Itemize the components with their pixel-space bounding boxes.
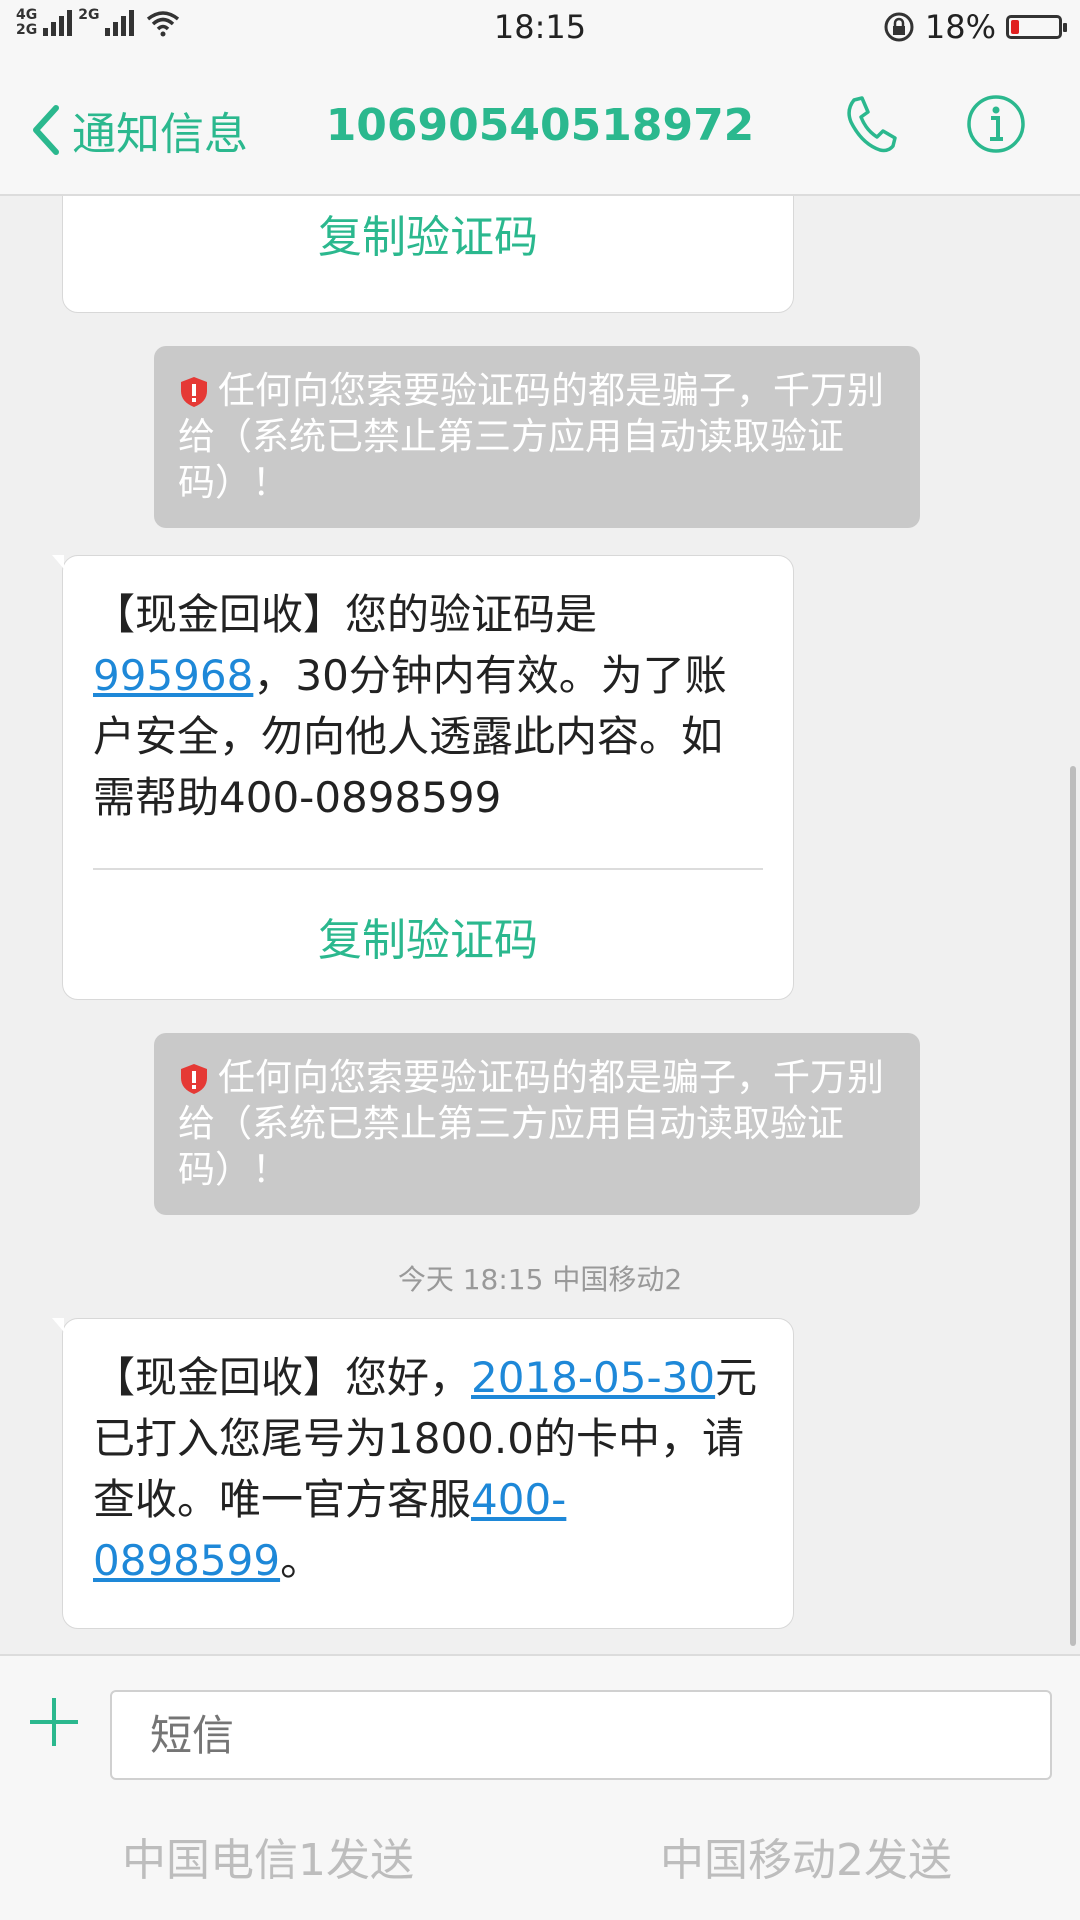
plus-icon [30,1698,78,1746]
message-list[interactable]: 复制验证码 任何向您索要验证码的都是骗子，千万别给（系统已禁止第三方应用自动读取… [0,196,1080,1654]
message-bubble: 【现金回收】您的验证码是995968，30分钟内有效。为了账户安全，勿向他人透露… [52,555,794,1000]
send-bar: 中国电信1发送 中国移动2发送 [0,1784,1080,1920]
send-sim2-button[interactable]: 中国移动2发送 [660,1824,952,1888]
message-text-prefix: 【现金回收】您好， [93,1353,472,1402]
verification-code-link[interactable]: 995968 [93,651,253,700]
compose-bar [0,1654,1080,1784]
shield-icon [181,377,207,407]
shield-icon [181,1064,207,1094]
battery-area: 18% [883,8,1067,46]
rotation-lock-icon [884,12,914,42]
copy-code-button[interactable]: 复制验证码 [63,904,793,968]
date-link[interactable]: 2018-05-30 [471,1353,715,1402]
contact-info-button[interactable] [966,94,1026,158]
message-text-prefix: 【现金回收】您的验证码是 [93,590,598,639]
bubble-tail [52,555,64,569]
phone-icon [847,96,897,153]
battery-percent: 18% [924,8,996,46]
copy-code-button[interactable]: 复制验证码 [63,201,793,265]
conversation-header: 通知信息 10690540518972 [0,56,1080,196]
bubble-tail [52,1318,64,1332]
call-button[interactable] [842,94,898,158]
sms-input[interactable] [110,1690,1052,1780]
divider [93,868,763,870]
battery-icon [1006,15,1067,39]
scrollbar[interactable] [1070,766,1076,1646]
message-text-suffix: 。 [280,1536,323,1585]
battery-level [1011,20,1019,34]
info-icon [967,95,1025,153]
contact-number: 10690540518972 [325,100,755,151]
send-sim1-button[interactable]: 中国电信1发送 [122,1824,414,1888]
message-bubble: 复制验证码 [62,196,794,313]
security-warning: 任何向您索要验证码的都是骗子，千万别给（系统已禁止第三方应用自动读取验证码）！ [154,346,920,528]
warning-text: 任何向您索要验证码的都是骗子，千万别给（系统已禁止第三方应用自动读取验证码）！ [178,369,884,504]
message-bubble: 【现金回收】您好，2018-05-30元已打入您尾号为1800.0的卡中，请查收… [52,1318,794,1629]
message-text: 【现金回收】您好，2018-05-30元已打入您尾号为1800.0的卡中，请查收… [63,1319,793,1591]
security-warning: 任何向您索要验证码的都是骗子，千万别给（系统已禁止第三方应用自动读取验证码）！ [154,1033,920,1215]
message-timestamp: 今天 18:15 中国移动2 [397,1263,683,1296]
attach-button[interactable] [28,1696,80,1752]
message-text: 【现金回收】您的验证码是995968，30分钟内有效。为了账户安全，勿向他人透露… [63,556,793,828]
warning-text: 任何向您索要验证码的都是骗子，千万别给（系统已禁止第三方应用自动读取验证码）！ [178,1056,884,1191]
status-bar: 4G 2G 2G 18:15 18% [0,0,1080,56]
